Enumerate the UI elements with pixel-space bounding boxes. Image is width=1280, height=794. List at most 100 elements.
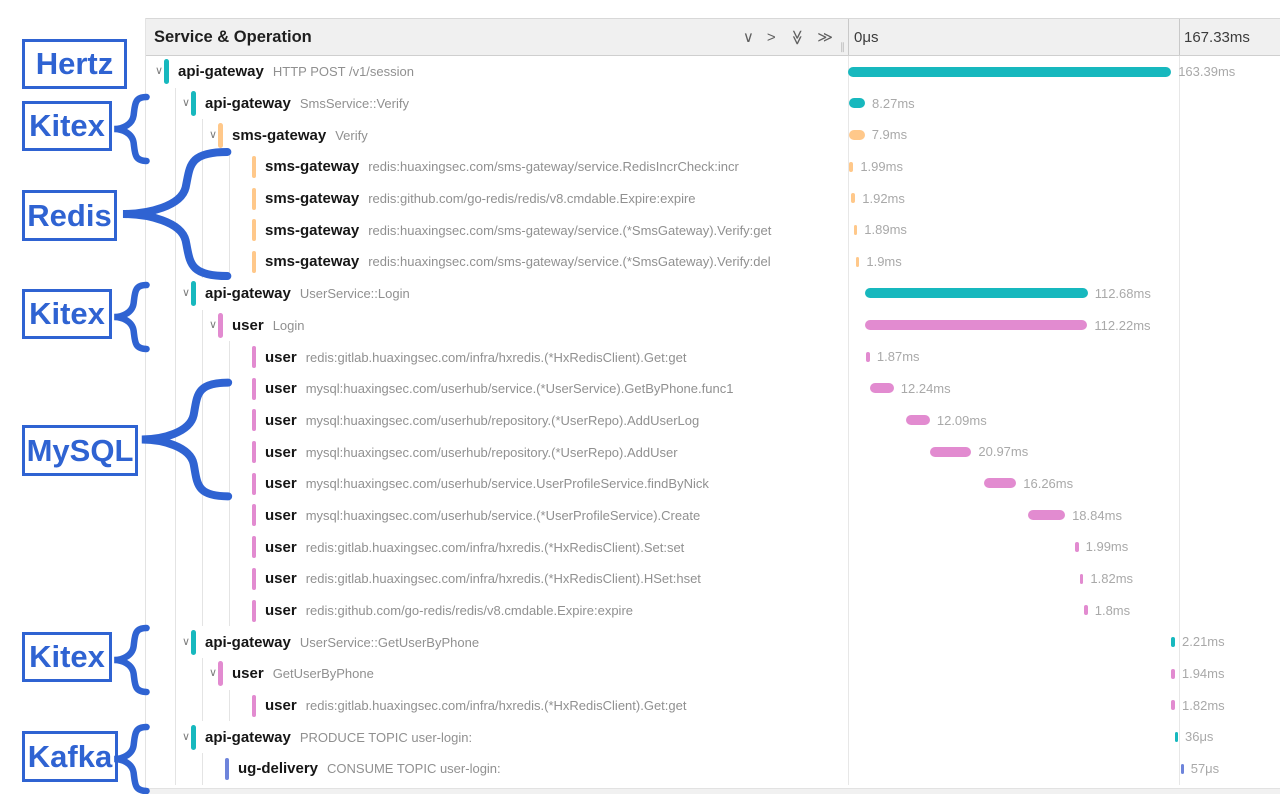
annotation-label-kitex: Kitex [22, 101, 112, 151]
span-color-strip [252, 473, 256, 495]
span-duration-bar[interactable] [1171, 700, 1175, 710]
expand-all-icon[interactable]: ≫ [817, 30, 833, 45]
span-timeline-area: 1.99ms [848, 151, 1280, 183]
span-color-strip [252, 346, 256, 368]
span-service-name: user [232, 665, 264, 682]
service-operation-column-title: Service & Operation [146, 28, 312, 47]
timeline-start-gridline [848, 721, 849, 753]
span-duration-bar[interactable] [848, 67, 1171, 77]
span-operation-name: redis:github.com/go-redis/redis/v8.cmdab… [306, 603, 633, 618]
span-service-name: api-gateway [205, 634, 291, 651]
span-duration-label: 1.82ms [1090, 571, 1133, 586]
chevron-down-icon[interactable]: ∨ [181, 637, 191, 648]
span-color-strip [252, 568, 256, 590]
span-timeline-area: 18.84ms [848, 500, 1280, 532]
span-duration-bar[interactable] [1181, 764, 1184, 774]
timeline-start-tick-label: 0μs [854, 29, 879, 46]
trace-row[interactable]: ∨api-gatewayUserService::Login112.68ms [146, 278, 1280, 310]
trace-row[interactable]: userredis:gitlab.huaxingsec.com/infra/hx… [146, 563, 1280, 595]
trace-row[interactable]: userredis:gitlab.huaxingsec.com/infra/hx… [146, 531, 1280, 563]
span-duration-bar[interactable] [1084, 605, 1088, 615]
trace-row[interactable]: userredis:gitlab.huaxingsec.com/infra/hx… [146, 341, 1280, 373]
span-duration-bar[interactable] [1080, 574, 1084, 584]
span-duration-bar[interactable] [851, 193, 855, 203]
trace-row[interactable]: sms-gatewayredis:huaxingsec.com/sms-gate… [146, 214, 1280, 246]
column-resize-handle[interactable]: ∥ [840, 42, 846, 53]
span-duration-bar[interactable] [865, 288, 1088, 298]
span-duration-bar[interactable] [849, 162, 853, 172]
span-operation-name: redis:github.com/go-redis/redis/v8.cmdab… [368, 191, 695, 206]
chevron-down-icon[interactable]: ∨ [181, 732, 191, 743]
chevron-down-icon[interactable]: ∨ [208, 320, 218, 331]
collapse-all-icon[interactable]: ≫ [789, 30, 805, 45]
span-duration-bar[interactable] [870, 383, 894, 393]
span-color-strip [252, 378, 256, 400]
span-duration-bar[interactable] [1171, 669, 1175, 679]
span-duration-bar[interactable] [1075, 542, 1079, 552]
trace-row[interactable]: ∨api-gatewayUserService::GetUserByPhone2… [146, 626, 1280, 658]
trace-row[interactable]: usermysql:huaxingsec.com/userhub/reposit… [146, 405, 1280, 437]
span-duration-bar[interactable] [984, 478, 1016, 488]
span-duration-label: 1.8ms [1095, 603, 1130, 618]
span-operation-name: GetUserByPhone [273, 666, 374, 681]
trace-row[interactable]: userredis:github.com/go-redis/redis/v8.c… [146, 595, 1280, 627]
chevron-down-icon[interactable]: ∨ [208, 130, 218, 141]
span-duration-label: 12.09ms [937, 413, 987, 428]
span-name-area: userredis:github.com/go-redis/redis/v8.c… [146, 595, 848, 627]
span-operation-name: SmsService::Verify [300, 96, 409, 111]
timeline-end-gridline [1179, 563, 1180, 595]
span-duration-label: 8.27ms [872, 96, 915, 111]
trace-row[interactable]: sms-gatewayredis:github.com/go-redis/red… [146, 183, 1280, 215]
trace-row[interactable]: ug-deliveryCONSUME TOPIC user-login:57μs [146, 753, 1280, 785]
span-duration-bar[interactable] [856, 257, 860, 267]
span-name-area: ∨api-gatewayPRODUCE TOPIC user-login: [146, 721, 848, 753]
span-duration-label: 163.39ms [1178, 64, 1235, 79]
trace-row[interactable]: usermysql:huaxingsec.com/userhub/service… [146, 373, 1280, 405]
column-divider[interactable] [848, 19, 849, 55]
chevron-down-icon[interactable]: ∨ [181, 98, 191, 109]
trace-row[interactable]: userredis:gitlab.huaxingsec.com/infra/hx… [146, 690, 1280, 722]
span-duration-bar[interactable] [849, 130, 865, 140]
span-duration-bar[interactable] [866, 352, 870, 362]
span-duration-label: 1.82ms [1182, 698, 1225, 713]
span-duration-bar[interactable] [1171, 637, 1175, 647]
trace-row[interactable]: ∨api-gatewayHTTP POST /v1/session163.39m… [146, 56, 1280, 88]
span-name-area: ∨api-gatewayUserService::GetUserByPhone [146, 626, 848, 658]
span-color-strip [252, 504, 256, 526]
timeline-start-gridline [848, 246, 849, 278]
span-operation-name: Login [273, 318, 305, 333]
chevron-down-icon[interactable]: ∨ [181, 288, 191, 299]
span-operation-name: HTTP POST /v1/session [273, 64, 414, 79]
trace-row[interactable]: usermysql:huaxingsec.com/userhub/service… [146, 468, 1280, 500]
trace-row[interactable]: ∨ user GetUserByPhone 1.94ms [146, 658, 1280, 690]
span-timeline-area: 1.87ms [848, 341, 1280, 373]
trace-row[interactable]: sms-gatewayredis:huaxingsec.com/sms-gate… [146, 246, 1280, 278]
timeline-end-gridline [1179, 88, 1180, 120]
chevron-down-icon[interactable]: ∨ [208, 668, 218, 679]
chevron-down-icon[interactable]: ∨ [154, 66, 164, 77]
span-timeline-area: 57μs [848, 753, 1280, 785]
span-duration-bar[interactable] [865, 320, 1087, 330]
span-operation-name: redis:huaxingsec.com/sms-gateway/service… [368, 254, 770, 269]
trace-row[interactable]: ∨api-gatewaySmsService::Verify8.27ms [146, 88, 1280, 120]
span-duration-bar[interactable] [854, 225, 858, 235]
collapse-one-icon[interactable]: ∨ [743, 30, 754, 45]
span-duration-bar[interactable] [849, 98, 865, 108]
span-operation-name: CONSUME TOPIC user-login: [327, 761, 501, 776]
trace-row[interactable]: usermysql:huaxingsec.com/userhub/reposit… [146, 436, 1280, 468]
span-duration-bar[interactable] [930, 447, 971, 457]
panel-bottom-edge [145, 788, 1280, 794]
span-name-area: sms-gatewayredis:huaxingsec.com/sms-gate… [146, 246, 848, 278]
trace-row[interactable]: usermysql:huaxingsec.com/userhub/service… [146, 500, 1280, 532]
span-name-area: userredis:gitlab.huaxingsec.com/infra/hx… [146, 341, 848, 373]
trace-row[interactable]: sms-gatewayredis:huaxingsec.com/sms-gate… [146, 151, 1280, 183]
trace-row[interactable]: ∨sms-gatewayVerify7.9ms [146, 119, 1280, 151]
span-duration-bar[interactable] [906, 415, 930, 425]
trace-row[interactable]: ∨userLogin112.22ms [146, 310, 1280, 342]
expand-one-icon[interactable]: > [767, 30, 776, 45]
span-duration-bar[interactable] [1175, 732, 1178, 742]
trace-row[interactable]: ∨api-gatewayPRODUCE TOPIC user-login:36μ… [146, 721, 1280, 753]
span-duration-bar[interactable] [1028, 510, 1065, 520]
span-color-strip [252, 156, 256, 178]
span-duration-label: 1.94ms [1182, 666, 1225, 681]
